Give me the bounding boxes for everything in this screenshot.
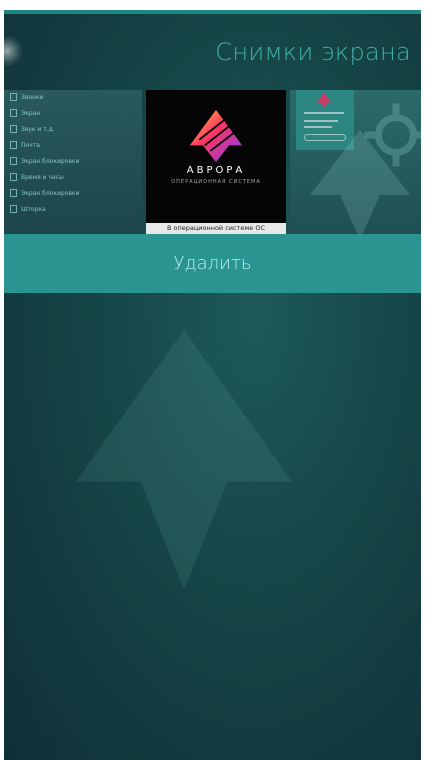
shade-icon (10, 205, 17, 213)
aurora-subtitle-text: ОПЕРАЦИОННАЯ СИСТЕМА (171, 179, 261, 185)
settings-row-label: Время и часы (21, 173, 64, 181)
pulley-menu-indicator[interactable] (4, 36, 22, 66)
settings-row: Экран блокировки (10, 186, 79, 200)
mini-text-line (304, 126, 332, 128)
delete-button[interactable]: Удалить (4, 234, 421, 293)
settings-row: Время и часы (10, 170, 64, 184)
settings-row: Экран (10, 106, 40, 120)
display-icon (10, 109, 17, 117)
settings-row-label: Экран блокировки (21, 157, 80, 165)
aurora-brand-text: АВРОРА (186, 165, 246, 176)
screen-lock-icon (10, 189, 17, 197)
page-header: Снимки экрана (4, 10, 421, 98)
settings-row-label: Звук и т.д. (21, 125, 55, 133)
background-logo-watermark (75, 330, 293, 590)
aurora-logo-icon (189, 109, 243, 163)
phone-icon (10, 93, 17, 101)
screenshot-thumbnail-settings[interactable]: Звонки Экран Звук и т.д. Почта Экран бло… (4, 90, 142, 234)
screenshot-thumbnail-dialog[interactable] (290, 90, 421, 234)
settings-row: Экран блокировки (10, 154, 79, 168)
mail-icon (10, 141, 17, 149)
settings-row: Звонки (10, 90, 44, 104)
screenshot-preview-strip[interactable]: Звонки Экран Звук и т.д. Почта Экран бло… (4, 90, 421, 234)
app-window: Снимки экрана Звонки Экран Звук и т.д. П… (4, 10, 421, 760)
sound-icon (10, 125, 17, 133)
lock-icon (10, 157, 17, 165)
mini-aurora-logo-icon (316, 92, 332, 108)
mini-text-line (304, 112, 344, 114)
settings-row: Шторка (10, 202, 46, 216)
aurora-watermark-icon (310, 130, 410, 234)
settings-row: Звук и т.д. (10, 122, 55, 136)
clock-icon (10, 173, 17, 181)
screenshot-thumbnail-aurora[interactable]: АВРОРА ОПЕРАЦИОННАЯ СИСТЕМА В операционн… (146, 90, 286, 234)
settings-row-label: Звонки (21, 93, 44, 101)
settings-row-label: Экран (21, 109, 41, 117)
settings-row-label: Экран блокировки (21, 189, 80, 197)
page-title: Снимки экрана (215, 38, 411, 66)
settings-row-label: Почта (21, 141, 40, 149)
settings-row-label: Шторка (21, 205, 46, 213)
mini-text-line (304, 120, 338, 122)
settings-row: Почта (10, 138, 40, 152)
aurora-caption-text: В операционной системе ОС (146, 223, 286, 234)
